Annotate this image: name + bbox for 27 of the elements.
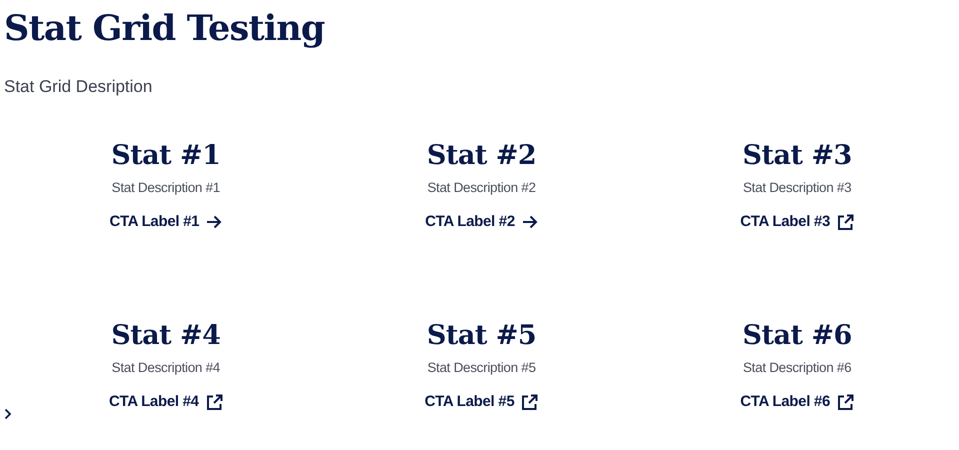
external-link-icon: [837, 214, 854, 230]
external-link-icon: [837, 394, 854, 410]
stat-title: Stat #2: [426, 139, 536, 173]
cta-link[interactable]: CTA Label #6: [740, 392, 854, 412]
stat-description: Stat Description #6: [742, 359, 852, 377]
cta-link[interactable]: CTA Label #3: [740, 212, 854, 232]
page-title: Stat Grid Testing: [4, 7, 326, 51]
stat-description: Stat Description #2: [427, 179, 536, 197]
external-link-icon: [206, 394, 223, 410]
arrow-icon: [522, 215, 538, 229]
page-description: Stat Grid Desription: [4, 76, 154, 98]
stat-title: Stat #3: [742, 139, 852, 173]
arrow-icon: [206, 215, 222, 229]
cta-link[interactable]: CTA Label #5: [424, 392, 538, 412]
chevron-icon[interactable]: [4, 408, 12, 420]
stat-description: Stat Description #4: [112, 359, 220, 377]
stat-description: Stat Description #5: [427, 359, 536, 377]
stat-title: Stat #6: [742, 319, 852, 353]
stat-description: Stat Description #1: [112, 179, 220, 197]
cta-link[interactable]: CTA Label #4: [108, 392, 223, 412]
stat-title: Stat #1: [111, 139, 220, 173]
stat-title: Stat #5: [426, 319, 536, 353]
external-link-icon: [521, 394, 538, 410]
cta-link[interactable]: CTA Label #2: [425, 212, 538, 232]
cta-link[interactable]: CTA Label #1: [109, 212, 222, 232]
stat-description: Stat Description #3: [742, 179, 852, 197]
stat-title: Stat #4: [111, 319, 220, 353]
